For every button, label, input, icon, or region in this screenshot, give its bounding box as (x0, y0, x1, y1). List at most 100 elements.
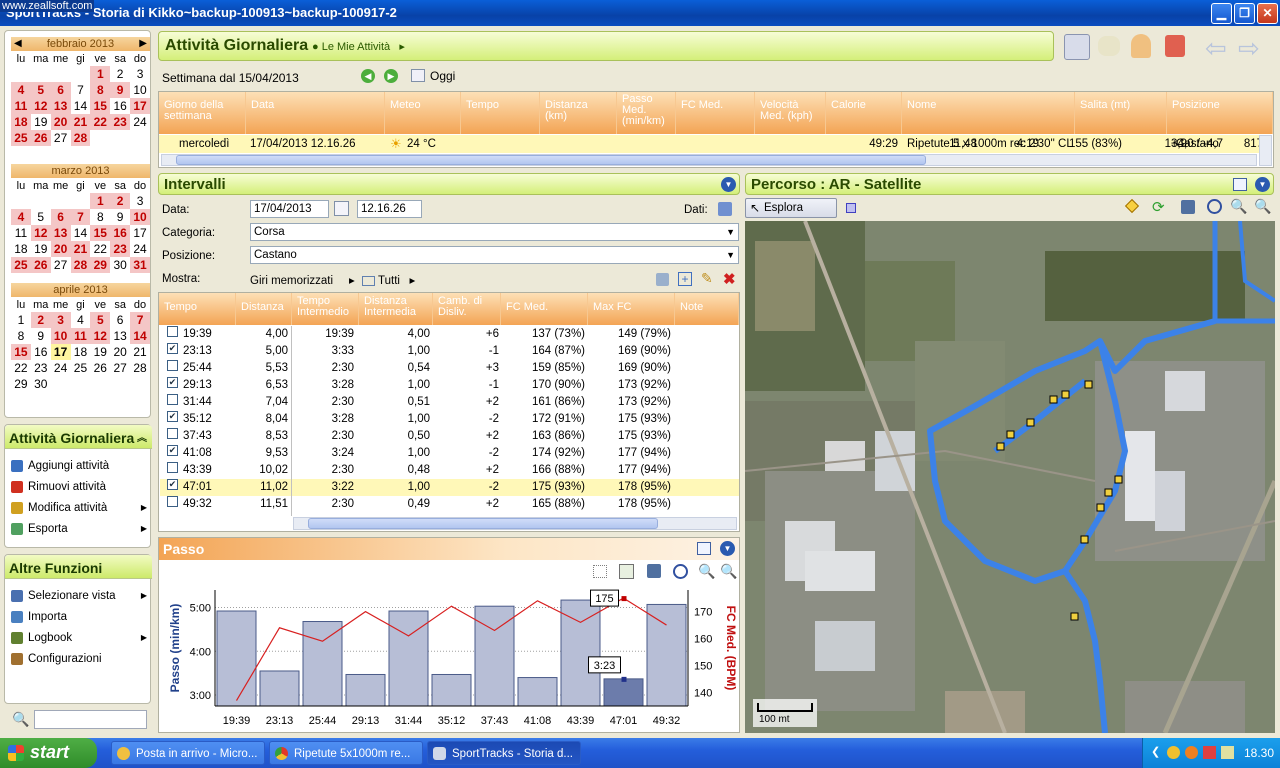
calendar-day[interactable]: 22 (90, 114, 111, 130)
column-header[interactable]: Tempo (461, 92, 540, 134)
table-row[interactable]: ✔ 29:13 6,53 3:28 1,00 -1 170 (90%) 173 (92%) (160, 377, 739, 394)
calendar-day[interactable]: 3 (130, 66, 150, 82)
calendar-day[interactable]: 6 (110, 312, 130, 328)
chart-options-icon[interactable] (619, 564, 634, 579)
calendar-day[interactable]: 17 (130, 225, 150, 241)
column-header[interactable]: Distanza (km) (540, 92, 617, 134)
side-item[interactable]: Selezionare vista ▶ (11, 587, 147, 605)
column-header[interactable]: Posizione (1167, 92, 1273, 134)
calendar-day[interactable]: 27 (51, 130, 71, 146)
today-button[interactable]: Oggi (430, 69, 455, 83)
calendar-day[interactable]: 8 (90, 209, 110, 225)
calendar-day[interactable]: 2 (110, 66, 130, 82)
calendar-day[interactable]: 9 (31, 328, 51, 344)
column-header[interactable]: Distanza Intermedia (359, 293, 433, 325)
table-row[interactable]: 31:44 7,04 2:30 0,51 +2 161 (86%) 173 (92%) (160, 394, 739, 411)
calendar-day[interactable]: 4 (11, 209, 31, 225)
calendar-day[interactable]: 19 (90, 344, 110, 360)
table-row[interactable]: ✔ 47:01 11,02 3:22 1,00 -2 175 (93%) 178 (95%) (160, 479, 739, 496)
pencil-icon[interactable]: ✎ (701, 270, 713, 287)
calendar-day[interactable]: 28 (70, 130, 91, 146)
calendar-day[interactable]: 20 (50, 114, 71, 130)
date-field[interactable]: 17/04/2013 (250, 200, 329, 218)
side-item[interactable]: Logbook ▶ (11, 629, 147, 647)
calendar-day[interactable]: 11 (70, 328, 91, 344)
tray-app-icon[interactable] (1185, 746, 1198, 759)
back-icon[interactable]: ⇦ (1205, 33, 1227, 64)
column-header[interactable]: FC Med. (676, 92, 755, 134)
table-row[interactable]: ✔ 35:12 8,04 3:28 1,00 -2 172 (91%) 175 (93%) (160, 411, 739, 428)
time-field[interactable]: 12.16.26 (357, 200, 422, 218)
calendar-day[interactable]: 11 (11, 98, 31, 114)
calendar-day[interactable]: 7 (71, 82, 91, 98)
calendar-day[interactable]: 19 (31, 241, 51, 257)
column-header[interactable]: Camb. di Disliv. (433, 293, 501, 325)
calendar-day[interactable]: 24 (130, 114, 150, 130)
search-input[interactable] (34, 710, 147, 729)
calendar-day[interactable]: 16 (110, 98, 130, 114)
breadcrumb[interactable]: ● Le Mie Attività ▸ (312, 40, 405, 53)
column-header[interactable]: Meteo (385, 92, 461, 134)
table-row[interactable]: ✔ 41:08 9,53 3:24 1,00 -2 174 (92%) 177 (94%) (160, 445, 739, 462)
calendar-day[interactable]: 11 (11, 225, 31, 241)
close-button[interactable]: ✕ (1257, 3, 1278, 24)
activity-hscrollbar[interactable] (161, 154, 1257, 166)
tray-app-icon[interactable] (1221, 746, 1234, 759)
calendar-day[interactable]: 30 (110, 257, 130, 273)
calendar-day[interactable]: 21 (70, 241, 91, 257)
map-select-icon[interactable] (846, 203, 856, 213)
column-header[interactable]: Max FC (588, 293, 675, 325)
calendar-day[interactable]: 5 (90, 312, 111, 328)
calendar-day[interactable]: 30 (31, 376, 51, 392)
column-header[interactable]: Distanza (236, 293, 292, 325)
calendar-day[interactable]: 15 (90, 98, 111, 114)
column-header[interactable]: Tempo (159, 293, 236, 325)
calendar-day[interactable]: 20 (50, 241, 71, 257)
row-checkbox[interactable] (167, 326, 178, 337)
all-dropdown[interactable]: Tutti ▸ (362, 273, 415, 287)
calendar-day[interactable]: 4 (11, 82, 31, 98)
calendar-day[interactable]: 26 (90, 360, 110, 376)
calendar-day[interactable]: 9 (110, 82, 131, 98)
map-zoom-in-icon[interactable]: 🔍 (1254, 198, 1271, 215)
calendar-day[interactable]: 29 (90, 257, 111, 273)
calendar-day[interactable]: 14 (71, 98, 91, 114)
calendar-day[interactable]: 24 (130, 241, 150, 257)
calendar-day[interactable]: 20 (110, 344, 130, 360)
calendar-day[interactable]: 28 (130, 360, 150, 376)
table-row[interactable]: 43:39 10,02 2:30 0,48 +2 166 (88%) 177 (94%) (160, 462, 739, 479)
next-month-icon[interactable]: ▶ (139, 37, 147, 51)
calendar-day[interactable]: 7 (70, 209, 91, 225)
maximize-button[interactable]: ❐ (1234, 3, 1255, 24)
calendar-day[interactable]: 5 (31, 209, 51, 225)
prev-week-icon[interactable]: ◀ (361, 69, 375, 83)
calendar-day[interactable]: 29 (11, 376, 31, 392)
calendar-day[interactable]: 6 (50, 209, 71, 225)
minimize-button[interactable]: ▁ (1211, 3, 1232, 24)
intervals-hscrollbar[interactable] (293, 517, 737, 530)
row-checkbox[interactable] (167, 428, 178, 439)
zoom-in-icon[interactable]: 🔍 (720, 563, 737, 580)
table-row[interactable]: 25:44 5,53 2:30 0,54 +3 159 (85%) 169 (90%) (160, 360, 739, 377)
tray-expand-icon[interactable]: ❮ (1151, 745, 1160, 758)
side-item[interactable]: Esporta ▶ (11, 520, 147, 538)
row-checkbox[interactable]: ✔ (167, 445, 178, 456)
row-checkbox[interactable] (167, 462, 178, 473)
calendar-day[interactable]: 17 (50, 344, 71, 360)
side-item[interactable]: Aggiungi attività (11, 457, 147, 475)
calendar-day[interactable]: 1 (11, 312, 31, 328)
calendar-day[interactable]: 27 (110, 360, 130, 376)
explore-button[interactable]: ↖ Esplora (745, 198, 837, 218)
show-dropdown[interactable]: Giri memorizzati ▸ (250, 273, 355, 287)
table-row[interactable]: 19:39 4,00 19:39 4,00 +6 137 (73%) 149 (79%) (160, 326, 739, 343)
pace-chart[interactable]: 3:00 4:00 5:00 140 150 160 170 19:39 23:13 25:44 2… (159, 582, 739, 732)
side-item[interactable]: Configurazioni (11, 650, 147, 668)
calendar-day[interactable]: 3 (130, 193, 150, 209)
tray-app-icon[interactable] (1203, 746, 1216, 759)
calendar-day[interactable]: 1 (90, 66, 111, 82)
calendar-day[interactable]: 25 (71, 360, 91, 376)
calendar-day[interactable]: 3 (50, 312, 71, 328)
calendar-day[interactable]: 22 (90, 241, 110, 257)
calendar-day[interactable]: 7 (130, 312, 150, 328)
date-picker-icon[interactable] (334, 201, 349, 216)
